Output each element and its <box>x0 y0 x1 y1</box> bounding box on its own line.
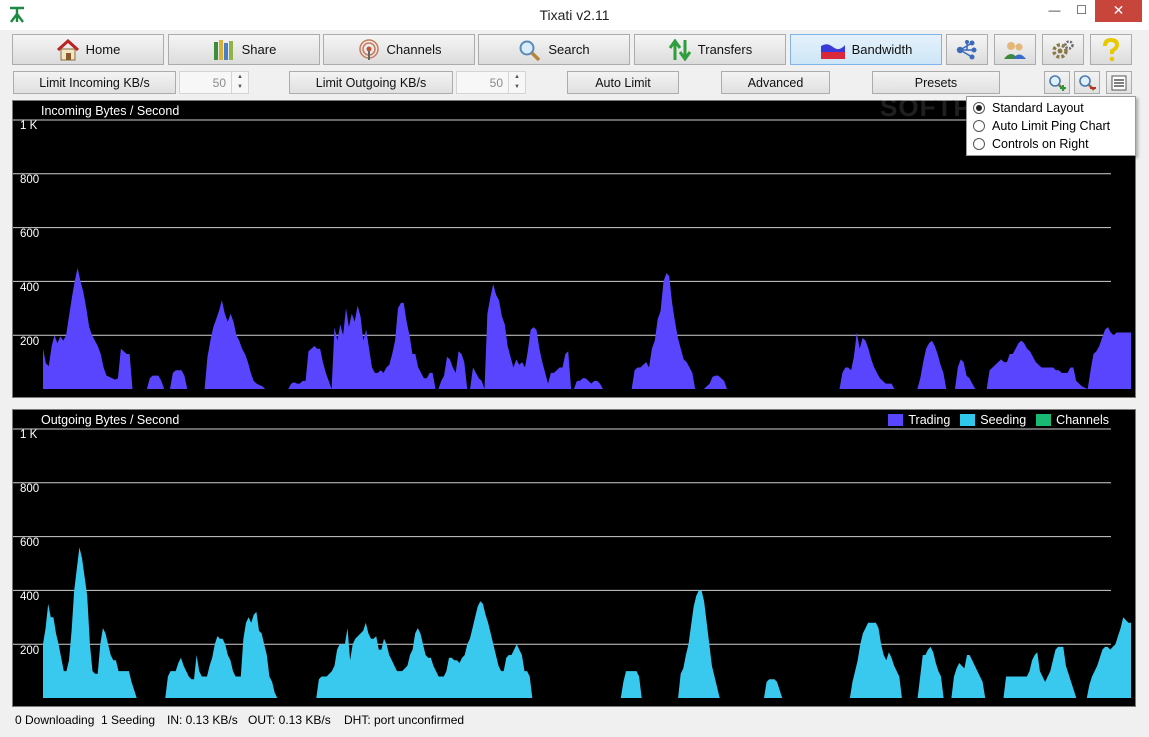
y-tick-label: 800 <box>20 483 40 495</box>
close-icon[interactable]: ✕ <box>1095 0 1142 22</box>
y-tick-label: 600 <box>20 228 40 240</box>
outgoing-limit-value: 50 <box>489 76 503 90</box>
network-button[interactable] <box>946 34 988 65</box>
search-button[interactable]: Search <box>478 34 630 65</box>
y-tick-label: 200 <box>20 336 40 348</box>
search-icon <box>519 40 541 61</box>
network-nodes-icon <box>956 39 977 59</box>
users-icon <box>1004 41 1026 59</box>
layout-menu-button[interactable] <box>1106 71 1132 94</box>
legend-item-channels: Channels <box>1036 413 1109 427</box>
radio-icon[interactable] <box>973 138 985 150</box>
y-tick-label: 800 <box>20 174 40 186</box>
incoming-limit-spinner[interactable]: 50 ▲ ▼ <box>179 71 249 94</box>
layout-option-label: Auto Limit Ping Chart <box>992 119 1111 133</box>
window-title: Tixati v2.11 <box>539 7 610 23</box>
bandwidth-button[interactable]: Bandwidth <box>790 34 942 65</box>
radio-selected-icon[interactable] <box>973 102 985 114</box>
layout-option-label: Standard Layout <box>992 101 1084 115</box>
legend-swatch <box>888 414 904 426</box>
chart-legend: Trading Seeding Channels <box>888 413 1109 427</box>
legend-label: Trading <box>908 413 951 427</box>
share-label: Share <box>241 42 277 57</box>
spinner-arrows-icon[interactable]: ▲ ▼ <box>508 72 525 93</box>
legend-label: Channels <box>1056 413 1109 427</box>
legend-item-trading: Trading <box>888 413 950 427</box>
limit-incoming-button[interactable]: Limit Incoming KB/s <box>13 71 176 94</box>
title-bar: Tixati v2.11 — ☐ ✕ <box>0 0 1149 30</box>
outgoing-chart-title: Outgoing Bytes / Second <box>41 413 180 427</box>
transfers-label: Transfers <box>697 42 753 57</box>
y-tick-label: 1 K <box>20 120 38 132</box>
transfers-button[interactable]: Transfers <box>634 34 786 65</box>
incoming-chart-title: Incoming Bytes / Second <box>41 104 180 118</box>
layout-option-controls-right[interactable]: Controls on Right <box>973 137 1089 151</box>
outgoing-chart-plot <box>13 428 1131 698</box>
help-button[interactable] <box>1090 34 1132 65</box>
y-tick-label: 200 <box>20 645 40 657</box>
incoming-limit-value: 50 <box>212 76 226 90</box>
area-series <box>43 267 1131 389</box>
status-downloading: 0 Downloading <box>15 713 95 727</box>
layout-menu: Standard Layout Auto Limit Ping Chart Co… <box>966 96 1136 156</box>
layout-option-standard[interactable]: Standard Layout <box>973 101 1084 115</box>
share-button[interactable]: Share <box>168 34 320 65</box>
legend-swatch <box>1036 414 1052 426</box>
help-question-icon <box>1103 37 1120 61</box>
layout-option-auto-limit-ping[interactable]: Auto Limit Ping Chart <box>973 119 1110 133</box>
transfer-arrows-icon <box>668 38 692 61</box>
legend-item-seeding: Seeding <box>960 413 1026 427</box>
status-outgoing-rate: OUT: 0.13 KB/s <box>248 713 331 727</box>
y-tick-label: 1 K <box>20 429 38 441</box>
status-dht: DHT: port unconfirmed <box>344 713 465 727</box>
home-icon <box>56 38 79 60</box>
settings-button[interactable] <box>1042 34 1084 65</box>
zoom-out-icon <box>1079 74 1096 91</box>
zoom-in-icon <box>1049 74 1066 91</box>
main-toolbar: Home Share Channels Search Transfers Ban… <box>12 34 1140 66</box>
area-series <box>43 547 1131 698</box>
bandwidth-graph-icon <box>820 43 845 59</box>
users-button[interactable] <box>994 34 1036 65</box>
zoom-out-button[interactable] <box>1074 71 1100 94</box>
broadcast-icon <box>358 38 379 60</box>
radio-icon[interactable] <box>973 120 985 132</box>
y-tick-label: 400 <box>20 591 40 603</box>
outgoing-chart: Outgoing Bytes / Second 1 K 800 600 400 … <box>12 409 1136 707</box>
search-label: Search <box>548 42 590 57</box>
outgoing-limit-spinner[interactable]: 50 ▲ ▼ <box>456 71 526 94</box>
presets-button[interactable]: Presets <box>872 71 1000 94</box>
y-tick-label: 600 <box>20 537 40 549</box>
layout-list-icon <box>1111 75 1127 90</box>
status-seeding: 1 Seeding <box>101 713 156 727</box>
advanced-button[interactable]: Advanced <box>721 71 830 94</box>
spinner-arrows-icon[interactable]: ▲ ▼ <box>231 72 248 93</box>
books-icon <box>213 39 233 60</box>
home-label: Home <box>85 42 121 57</box>
minimize-icon[interactable]: — <box>1041 0 1068 22</box>
maximize-icon[interactable]: ☐ <box>1068 0 1095 22</box>
limit-outgoing-button[interactable]: Limit Outgoing KB/s <box>289 71 453 94</box>
gear-icon <box>1052 39 1074 59</box>
zoom-in-button[interactable] <box>1044 71 1070 94</box>
status-incoming-rate: IN: 0.13 KB/s <box>167 713 238 727</box>
bandwidth-label: Bandwidth <box>851 42 913 57</box>
channels-button[interactable]: Channels <box>323 34 475 65</box>
auto-limit-button[interactable]: Auto Limit <box>567 71 679 94</box>
status-bar: 0 Downloading 1 Seeding IN: 0.13 KB/s OU… <box>0 709 1149 737</box>
home-button[interactable]: Home <box>12 34 164 65</box>
legend-label: Seeding <box>980 413 1027 427</box>
legend-swatch <box>960 414 976 426</box>
layout-option-label: Controls on Right <box>992 137 1089 151</box>
channels-label: Channels <box>386 42 442 57</box>
y-tick-label: 400 <box>20 282 40 294</box>
